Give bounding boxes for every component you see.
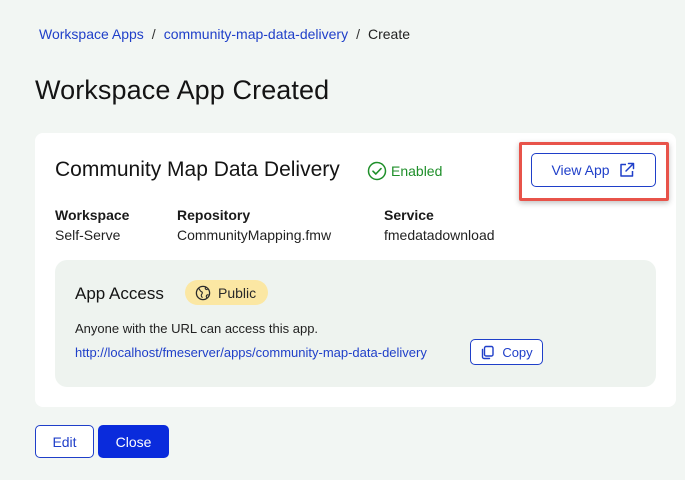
view-app-button[interactable]: View App: [531, 153, 656, 187]
status-label: Enabled: [391, 163, 443, 179]
meta-repository: Repository CommunityMapping.fmw: [177, 207, 331, 243]
breadcrumb-separator: /: [356, 26, 360, 42]
breadcrumb-link-app[interactable]: community-map-data-delivery: [164, 26, 348, 42]
check-circle-icon: [367, 161, 387, 181]
meta-workspace-value: Self-Serve: [55, 227, 121, 243]
view-app-label: View App: [551, 162, 610, 178]
copy-icon: [482, 345, 495, 359]
public-badge-label: Public: [218, 284, 257, 301]
breadcrumb-separator: /: [151, 26, 156, 42]
meta-repository-label: Repository: [177, 207, 251, 223]
copy-label: Copy: [502, 344, 533, 360]
meta-service: Service fmedatadownload: [384, 207, 495, 243]
copy-url-button[interactable]: Copy: [470, 339, 543, 365]
public-badge: Public: [185, 280, 269, 305]
globe-icon: [195, 285, 211, 300]
app-card: Community Map Data Delivery Enabled View…: [35, 133, 676, 407]
meta-workspace-label: Workspace: [55, 207, 130, 223]
status-badge: Enabled: [367, 161, 442, 181]
breadcrumb-current: Create: [367, 26, 411, 42]
breadcrumb-link-workspace-apps[interactable]: Workspace Apps: [39, 26, 144, 42]
meta-workspace: Workspace Self-Serve: [55, 207, 129, 243]
app-access-panel: App Access Public Anyone with the URL ca…: [55, 260, 656, 387]
breadcrumb: Workspace Apps / community-map-data-deli…: [39, 26, 410, 42]
close-button[interactable]: Close: [98, 425, 169, 458]
meta-service-value: fmedatadownload: [384, 227, 495, 243]
app-access-title: App Access: [75, 284, 164, 303]
app-name: Community Map Data Delivery: [55, 158, 340, 181]
external-link-icon: [619, 162, 634, 177]
app-access-description: Anyone with the URL can access this app.: [75, 321, 319, 336]
edit-button[interactable]: Edit: [35, 425, 94, 458]
meta-repository-value: CommunityMapping.fmw: [177, 227, 332, 243]
page-title: Workspace App Created: [35, 75, 330, 105]
meta-service-label: Service: [384, 207, 434, 223]
app-url-link[interactable]: http://localhost/fmeserver/apps/communit…: [75, 345, 427, 360]
